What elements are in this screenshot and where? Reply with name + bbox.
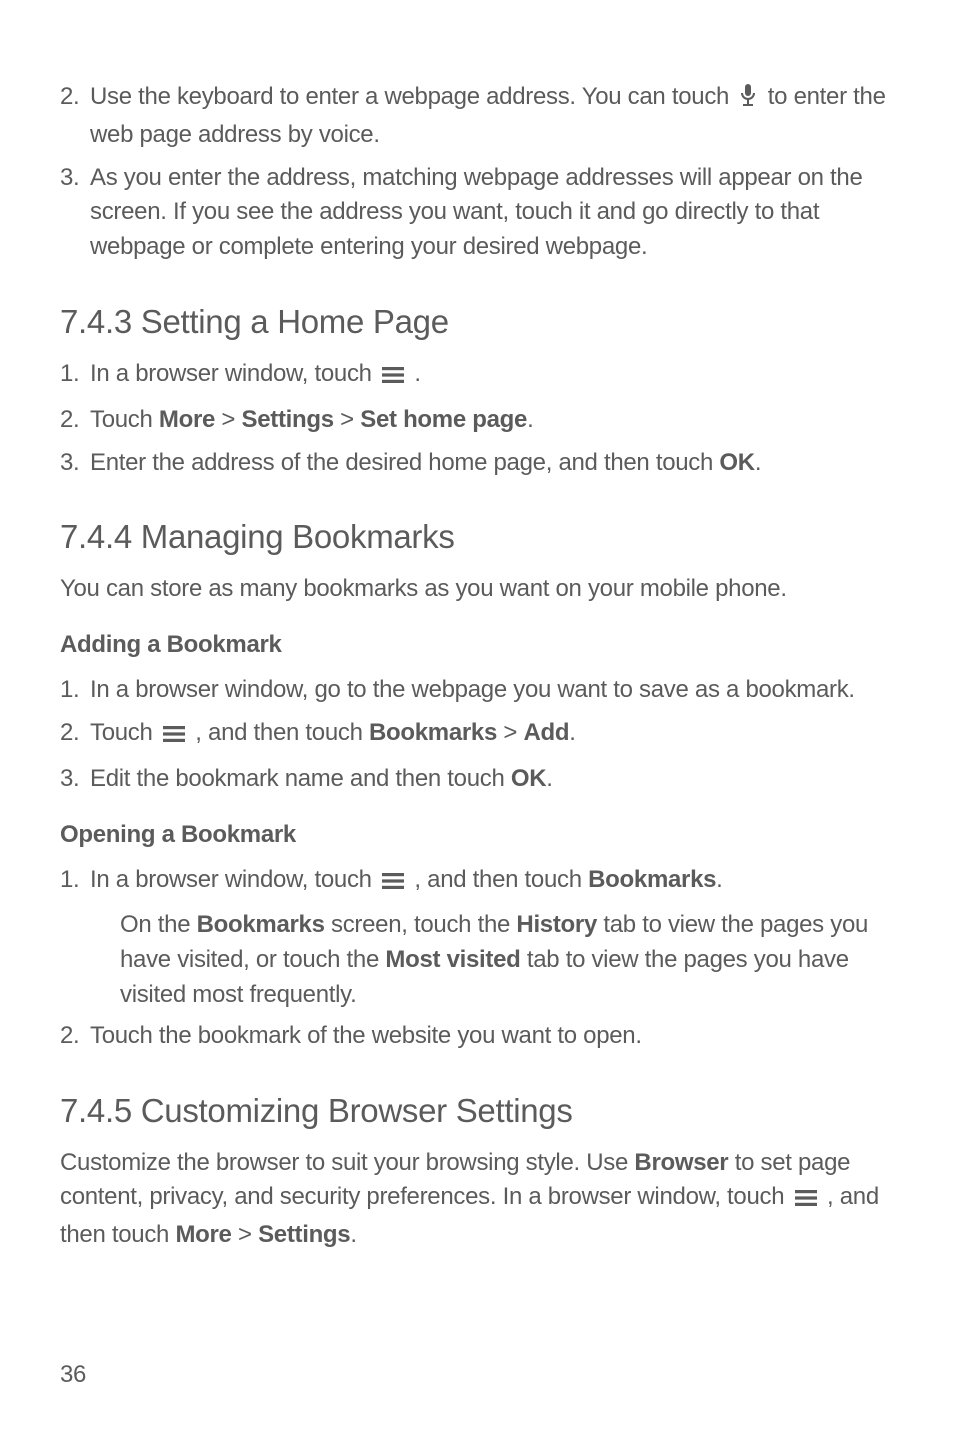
step-body: Use the keyboard to enter a webpage addr… bbox=[90, 80, 894, 153]
step-number: 1. bbox=[60, 673, 90, 708]
step-number: 1. bbox=[60, 863, 90, 901]
sec743-steps: 1. In a browser window, touch . 2. Touch… bbox=[60, 357, 894, 480]
step-body: Touch , and then touch Bookmarks > Add. bbox=[90, 716, 894, 754]
step-body: Touch More > Settings > Set home page. bbox=[90, 403, 894, 438]
section-heading-745: 7.4.5 Customizing Browser Settings bbox=[60, 1092, 894, 1130]
adding-bookmark-steps: 1. In a browser window, go to the webpag… bbox=[60, 673, 894, 796]
list-item: 2. Use the keyboard to enter a webpage a… bbox=[60, 80, 894, 153]
step-body: In a browser window, touch . bbox=[90, 357, 894, 395]
list-item: 1. In a browser window, touch . bbox=[60, 357, 894, 395]
menu-icon bbox=[382, 866, 404, 901]
step-number: 1. bbox=[60, 357, 90, 395]
subheading-opening-bookmark: Opening a Bookmark bbox=[60, 821, 894, 849]
step-body: As you enter the address, matching webpa… bbox=[90, 161, 894, 265]
list-item: 2. Touch More > Settings > Set home page… bbox=[60, 403, 894, 438]
section-heading-743: 7.4.3 Setting a Home Page bbox=[60, 303, 894, 341]
step-body: Touch the bookmark of the website you wa… bbox=[90, 1019, 894, 1054]
step-body: In a browser window, touch , and then to… bbox=[90, 863, 894, 901]
menu-icon bbox=[382, 360, 404, 395]
step-body: Enter the address of the desired home pa… bbox=[90, 446, 894, 481]
menu-icon bbox=[163, 719, 185, 754]
step-number: 2. bbox=[60, 716, 90, 754]
step-number: 3. bbox=[60, 446, 90, 481]
step-number: 2. bbox=[60, 1019, 90, 1054]
step-number: 3. bbox=[60, 762, 90, 797]
intro-steps-list: 2. Use the keyboard to enter a webpage a… bbox=[60, 80, 894, 265]
microphone-icon bbox=[739, 83, 757, 118]
list-item: 2. Touch , and then touch Bookmarks > Ad… bbox=[60, 716, 894, 754]
opening-bookmark-steps-2: 2. Touch the bookmark of the website you… bbox=[60, 1019, 894, 1054]
section-heading-744: 7.4.4 Managing Bookmarks bbox=[60, 518, 894, 556]
page-number: 36 bbox=[60, 1361, 86, 1389]
step-note: On the Bookmarks screen, touch the Histo… bbox=[120, 908, 894, 1012]
section-745-para: Customize the browser to suit your brows… bbox=[60, 1146, 894, 1253]
list-item: 1. In a browser window, touch , and then… bbox=[60, 863, 894, 901]
step-number: 3. bbox=[60, 161, 90, 265]
list-item: 3. As you enter the address, matching we… bbox=[60, 161, 894, 265]
step-body: In a browser window, go to the webpage y… bbox=[90, 673, 894, 708]
step-number: 2. bbox=[60, 80, 90, 153]
list-item: 3. Edit the bookmark name and then touch… bbox=[60, 762, 894, 797]
list-item: 2. Touch the bookmark of the website you… bbox=[60, 1019, 894, 1054]
step-number: 2. bbox=[60, 403, 90, 438]
list-item: 3. Enter the address of the desired home… bbox=[60, 446, 894, 481]
subheading-adding-bookmark: Adding a Bookmark bbox=[60, 631, 894, 659]
list-item: 1. In a browser window, go to the webpag… bbox=[60, 673, 894, 708]
section-intro: You can store as many bookmarks as you w… bbox=[60, 572, 894, 607]
page-content: 2. Use the keyboard to enter a webpage a… bbox=[0, 0, 954, 1429]
menu-icon bbox=[795, 1183, 817, 1218]
opening-bookmark-steps: 1. In a browser window, touch , and then… bbox=[60, 863, 894, 901]
step-body: Edit the bookmark name and then touch OK… bbox=[90, 762, 894, 797]
